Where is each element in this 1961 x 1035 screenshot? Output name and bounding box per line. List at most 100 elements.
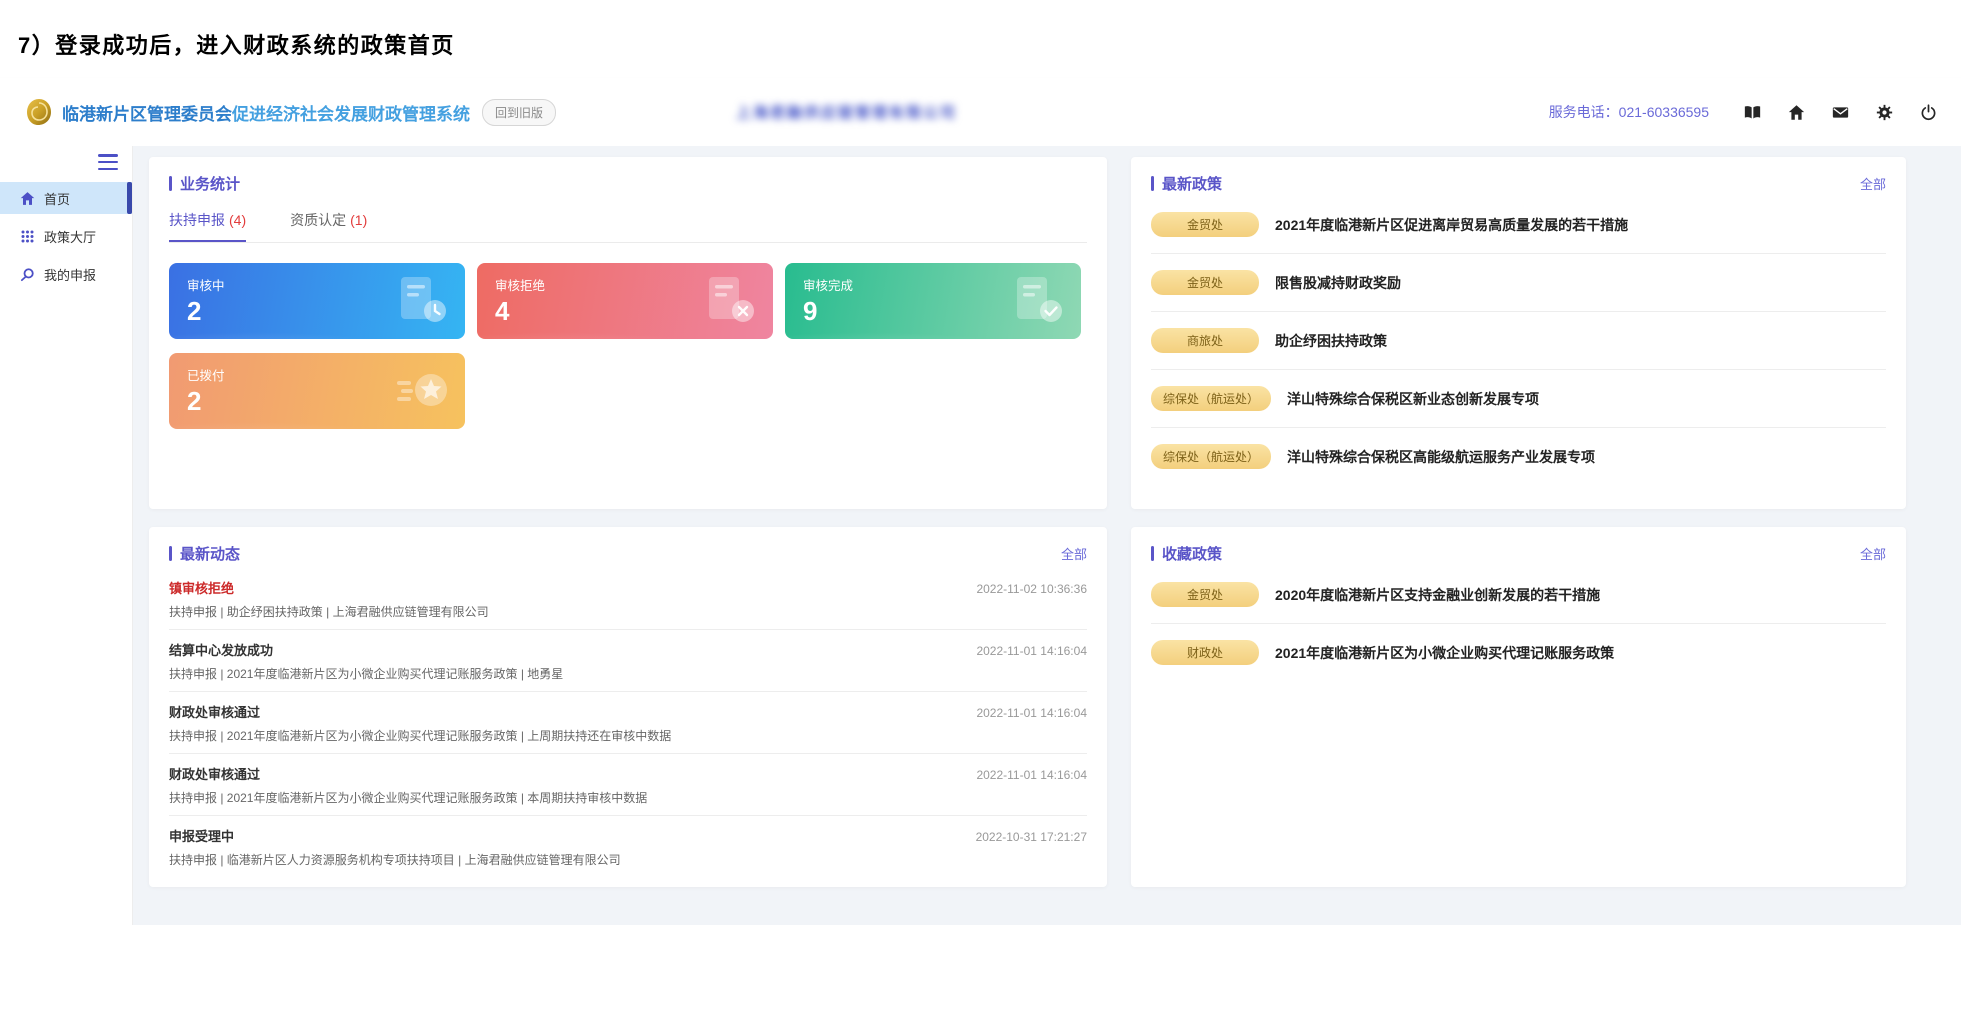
header-right-group: 服务电话：021-60336595	[1549, 102, 1937, 122]
tab-qualification[interactable]: 资质认定(1)	[290, 210, 367, 242]
stat-card-disbursed[interactable]: 已拨付 2	[169, 353, 465, 429]
main-area: 首页 政策大厅	[0, 146, 1961, 925]
sidebar-item-label: 政策大厅	[44, 227, 96, 246]
policy-title: 助企纾困扶持政策	[1275, 331, 1387, 351]
doc-check-icon	[1009, 273, 1067, 329]
page: 7）登录成功后，进入财政系统的政策首页 临港新片区管理委员会促进经济社会发展财政…	[0, 0, 1961, 1035]
update-time: 2022-10-31 17:21:27	[976, 830, 1087, 844]
department-tag: 商旅处	[1151, 328, 1259, 353]
title-bar-accent	[169, 546, 172, 561]
sidebar-item-my-declarations[interactable]: 我的申报	[0, 258, 132, 290]
power-icon[interactable]	[1919, 103, 1937, 121]
policy-title: 2021年度临港新片区促进离岸贸易高质量发展的若干措施	[1275, 215, 1628, 235]
update-time: 2022-11-01 14:16:04	[976, 706, 1087, 720]
tab-count: (1)	[350, 212, 367, 228]
favorite-policies-panel: 收藏政策 全部 金贸处 2020年度临港新片区支持金融业创新发展的若干措施 财政…	[1131, 527, 1906, 887]
title-bar-accent	[169, 176, 172, 191]
panel-title: 最新政策	[1151, 173, 1222, 194]
update-detail: 扶持申报 | 临港新片区人力资源服务机构专项扶持项目 | 上海君融供应链管理有限…	[169, 851, 1087, 868]
all-link[interactable]: 全部	[1061, 544, 1087, 563]
stat-card-completed[interactable]: 审核完成 9	[785, 263, 1081, 339]
favorites-list: 金贸处 2020年度临港新片区支持金融业创新发展的若干措施 财政处 2021年度…	[1151, 566, 1886, 681]
coin-transfer-icon	[393, 363, 451, 419]
department-tag: 综保处（航运处）	[1151, 444, 1271, 469]
latest-updates-panel: 最新动态 全部 镇审核拒绝 2022-11-02 10:36:36 扶持申报 |…	[149, 527, 1107, 887]
policy-list: 金贸处 2021年度临港新片区促进离岸贸易高质量发展的若干措施 金贸处 限售股减…	[1151, 196, 1886, 485]
title-bar-accent	[1151, 546, 1154, 561]
blurred-company-name: 上海君融供应链管理有限公司	[736, 102, 957, 123]
panel-title: 业务统计	[169, 173, 240, 194]
stat-value: 9	[803, 298, 1063, 324]
all-link[interactable]: 全部	[1860, 544, 1886, 563]
stat-value: 2	[187, 388, 447, 414]
content-grid: 业务统计 扶持申报(4) 资质认定(1) 审核中 2	[133, 146, 1961, 925]
sidebar-item-home[interactable]: 首页	[0, 182, 132, 214]
back-to-old-version-button[interactable]: 回到旧版	[482, 99, 556, 126]
update-detail: 扶持申报 | 2021年度临港新片区为小微企业购买代理记账服务政策 | 上周期扶…	[169, 727, 1087, 744]
system-title-part1: 临港新片区管理委员会	[62, 105, 232, 124]
department-tag: 金贸处	[1151, 582, 1259, 607]
sidebar-menu: 首页 政策大厅	[0, 182, 132, 290]
update-status: 镇审核拒绝	[169, 578, 234, 597]
update-row[interactable]: 财政处审核通过 2022-11-01 14:16:04 扶持申报 | 2021年…	[169, 754, 1087, 816]
policy-row[interactable]: 综保处（航运处） 洋山特殊综合保税区新业态创新发展专项	[1151, 370, 1886, 428]
update-time: 2022-11-01 14:16:04	[976, 644, 1087, 658]
policy-row[interactable]: 金贸处 2021年度临港新片区促进离岸贸易高质量发展的若干措施	[1151, 196, 1886, 254]
home-icon[interactable]	[1787, 103, 1805, 121]
gear-icon[interactable]	[1875, 103, 1893, 121]
policy-title: 2020年度临港新片区支持金融业创新发展的若干措施	[1275, 585, 1600, 605]
update-status: 结算中心发放成功	[169, 640, 273, 659]
book-icon[interactable]	[1743, 103, 1761, 121]
update-detail: 扶持申报 | 2021年度临港新片区为小微企业购买代理记账服务政策 | 本周期扶…	[169, 789, 1087, 806]
home-icon	[20, 191, 35, 206]
all-link[interactable]: 全部	[1860, 174, 1886, 193]
title-bar-accent	[1151, 176, 1154, 191]
update-status: 财政处审核通过	[169, 764, 260, 783]
stat-card-in-review[interactable]: 审核中 2	[169, 263, 465, 339]
stat-label: 审核拒绝	[495, 275, 755, 294]
stat-label: 已拨付	[187, 365, 447, 384]
policy-row[interactable]: 金贸处 限售股减持财政奖励	[1151, 254, 1886, 312]
policy-title: 限售股减持财政奖励	[1275, 273, 1401, 293]
grid-icon	[20, 229, 35, 244]
sidebar-item-label: 首页	[44, 189, 70, 208]
stat-card-rejected[interactable]: 审核拒绝 4	[477, 263, 773, 339]
panel-title: 收藏政策	[1151, 543, 1222, 564]
stats-tabs: 扶持申报(4) 资质认定(1)	[169, 210, 1087, 243]
business-statistics-panel: 业务统计 扶持申报(4) 资质认定(1) 审核中 2	[149, 157, 1107, 509]
stat-cards: 审核中 2 审核拒绝 4	[169, 263, 1087, 429]
stat-label: 审核中	[187, 275, 447, 294]
update-status: 申报受理中	[169, 826, 234, 845]
policy-title: 洋山特殊综合保税区高能级航运服务产业发展专项	[1287, 447, 1595, 467]
update-status: 财政处审核通过	[169, 702, 260, 721]
policy-row[interactable]: 综保处（航运处） 洋山特殊综合保税区高能级航运服务产业发展专项	[1151, 428, 1886, 485]
tab-support-declaration[interactable]: 扶持申报(4)	[169, 210, 246, 242]
update-detail: 扶持申报 | 助企纾困扶持政策 | 上海君融供应链管理有限公司	[169, 603, 1087, 620]
collapse-menu-icon[interactable]	[98, 154, 118, 170]
annotation-title: 7）登录成功后，进入财政系统的政策首页	[18, 28, 455, 60]
mail-icon[interactable]	[1831, 103, 1849, 121]
department-tag: 财政处	[1151, 640, 1259, 665]
app-header: 临港新片区管理委员会促进经济社会发展财政管理系统 回到旧版 上海君融供应链管理有…	[0, 78, 1961, 146]
department-tag: 综保处（航运处）	[1151, 386, 1271, 411]
sidebar-item-policy-hall[interactable]: 政策大厅	[0, 220, 132, 252]
update-row[interactable]: 镇审核拒绝 2022-11-02 10:36:36 扶持申报 | 助企纾困扶持政…	[169, 568, 1087, 630]
update-row[interactable]: 财政处审核通过 2022-11-01 14:16:04 扶持申报 | 2021年…	[169, 692, 1087, 754]
update-row[interactable]: 申报受理中 2022-10-31 17:21:27 扶持申报 | 临港新片区人力…	[169, 816, 1087, 877]
panel-title: 最新动态	[169, 543, 240, 564]
system-title: 临港新片区管理委员会促进经济社会发展财政管理系统	[62, 100, 470, 125]
doc-clock-icon	[393, 273, 451, 329]
policy-row[interactable]: 商旅处 助企纾困扶持政策	[1151, 312, 1886, 370]
doc-x-icon	[701, 273, 759, 329]
update-row[interactable]: 结算中心发放成功 2022-11-01 14:16:04 扶持申报 | 2021…	[169, 630, 1087, 692]
policy-row[interactable]: 金贸处 2020年度临港新片区支持金融业创新发展的若干措施	[1151, 566, 1886, 624]
latest-policies-panel: 最新政策 全部 金贸处 2021年度临港新片区促进离岸贸易高质量发展的若干措施 …	[1131, 157, 1906, 509]
department-tag: 金贸处	[1151, 270, 1259, 295]
sidebar-scrollbar[interactable]	[127, 182, 132, 214]
policy-row[interactable]: 财政处 2021年度临港新片区为小微企业购买代理记账服务政策	[1151, 624, 1886, 681]
gold-seal-logo-icon	[24, 97, 54, 127]
update-time: 2022-11-02 10:36:36	[976, 582, 1087, 596]
update-detail: 扶持申报 | 2021年度临港新片区为小微企业购买代理记账服务政策 | 地勇星	[169, 665, 1087, 682]
department-tag: 金贸处	[1151, 212, 1259, 237]
updates-list: 镇审核拒绝 2022-11-02 10:36:36 扶持申报 | 助企纾困扶持政…	[169, 568, 1087, 877]
